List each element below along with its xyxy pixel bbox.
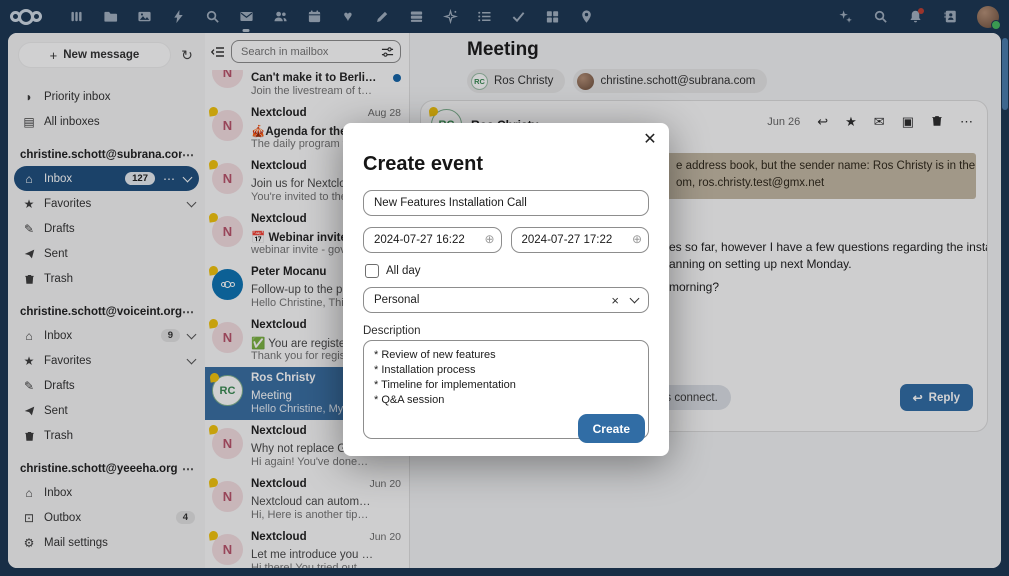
- create-button[interactable]: Create: [578, 414, 645, 443]
- timezone-icon[interactable]: ⊕: [632, 232, 642, 246]
- modal-title: Create event: [363, 153, 649, 176]
- timezone-icon[interactable]: ⊕: [484, 232, 494, 246]
- clear-selection-icon[interactable]: ×: [611, 293, 619, 308]
- start-datetime-input[interactable]: [363, 227, 502, 253]
- calendar-select[interactable]: Personal ×: [363, 287, 649, 313]
- close-icon[interactable]: ✕: [639, 129, 661, 151]
- all-day-label: All day: [386, 265, 421, 277]
- chevron-down-icon: [630, 294, 640, 304]
- create-event-modal: ✕ Create event ⊕ ⊕ All day Personal × De…: [343, 123, 669, 456]
- all-day-checkbox[interactable]: [365, 264, 379, 278]
- description-label: Description: [363, 325, 649, 337]
- event-title-input[interactable]: [363, 190, 649, 216]
- end-datetime-input[interactable]: [511, 227, 650, 253]
